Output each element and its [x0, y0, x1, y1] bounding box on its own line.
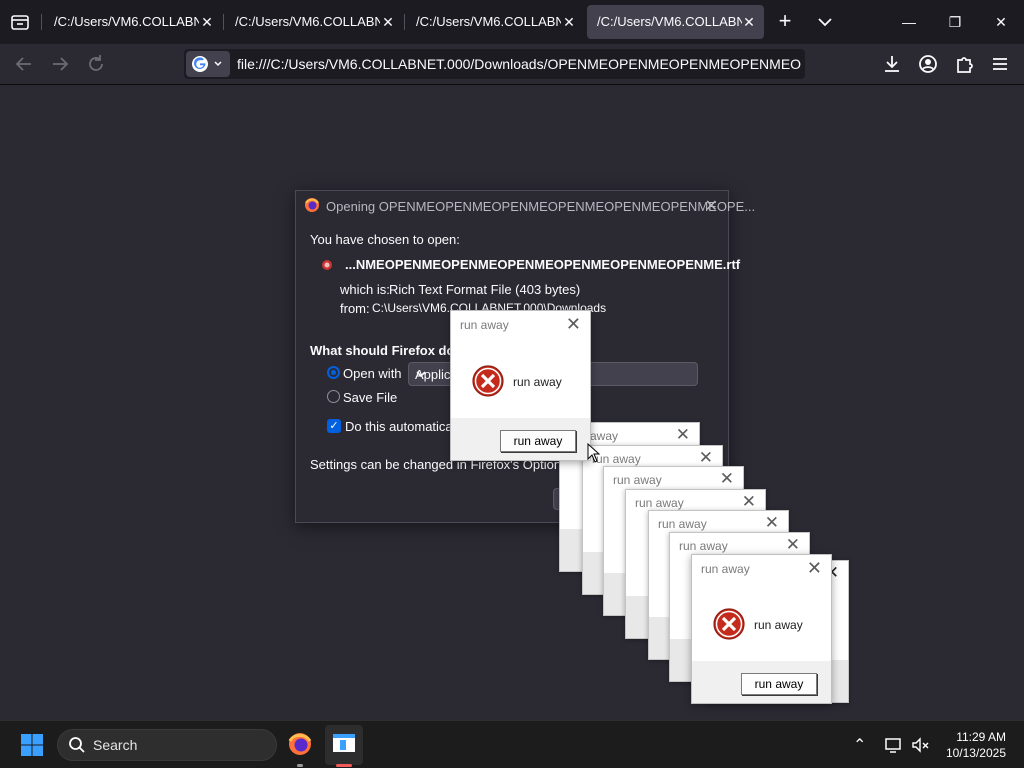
back-icon[interactable]: [12, 52, 36, 76]
popup-close-icon[interactable]: ✕: [676, 425, 690, 445]
popup-title: run away: [460, 318, 509, 332]
popup-title: away: [590, 429, 619, 443]
tray-overflow-icon[interactable]: ⌃: [853, 735, 866, 755]
account-icon[interactable]: [916, 52, 940, 76]
search-icon: [68, 736, 86, 754]
tab-close-icon[interactable]: ✕: [198, 13, 216, 31]
question-heading: What should Firefox do w: [310, 343, 469, 358]
run-away-button[interactable]: run away: [741, 673, 817, 695]
open-with-radio[interactable]: [327, 366, 340, 379]
tab-title: /C:/Users/VM6.COLLABNET: [54, 14, 199, 29]
start-windows-icon[interactable]: [20, 733, 44, 757]
network-icon[interactable]: [884, 735, 904, 755]
forward-icon[interactable]: [48, 52, 72, 76]
tab-3[interactable]: /C:/Users/VM6.COLLABNET ✕: [406, 5, 584, 39]
menu-icon[interactable]: [988, 52, 1012, 76]
extensions-icon[interactable]: [952, 52, 976, 76]
search-placeholder: Search: [93, 737, 138, 753]
tab-title: /C:/Users/VM6.COLLABNET: [416, 14, 561, 29]
list-all-tabs-icon[interactable]: [813, 11, 837, 33]
file-type-value: Rich Text Format File (403 bytes): [389, 282, 581, 297]
error-icon: [712, 607, 746, 641]
save-file-label[interactable]: Save File: [343, 390, 397, 405]
windows-taskbar: Search ⌃ 11:29 AM 10/13/2025: [0, 720, 1024, 768]
maximize-button[interactable]: ❐: [932, 0, 978, 44]
firefox-logo-icon: [304, 197, 320, 213]
desktop-screen: /C:/Users/VM6.COLLABNET ✕ /C:/Users/VM6.…: [0, 0, 1024, 768]
file-type-icon: [321, 259, 333, 271]
search-engine-button[interactable]: [186, 51, 230, 77]
popup-close-icon[interactable]: ✕: [742, 492, 756, 512]
active-indicator: [336, 764, 352, 767]
run-away-button[interactable]: run away: [500, 430, 576, 452]
tab-close-icon[interactable]: ✕: [379, 13, 397, 31]
auto-checkbox[interactable]: ✓: [327, 419, 341, 433]
navigation-toolbar: file:///C:/Users/VM6.COLLABNET.000/Downl…: [0, 44, 1024, 85]
file-name: ...NMEOPENMEOPENMEOPENMEOPENMEOPENMEOPEN…: [345, 257, 741, 272]
run-away-popup-front: run away ✕ run away run away: [691, 554, 832, 704]
popup-close-icon[interactable]: ✕: [699, 448, 713, 468]
active-app-tile[interactable]: [325, 725, 363, 765]
tab-list-icon[interactable]: [8, 10, 32, 34]
popup-close-icon[interactable]: ✕: [566, 314, 581, 334]
popup-close-icon[interactable]: ✕: [720, 469, 734, 489]
tab-2[interactable]: /C:/Users/VM6.COLLABNET ✕: [225, 5, 403, 39]
volume-muted-icon[interactable]: [910, 735, 930, 755]
running-indicator: [297, 764, 303, 767]
from-label: from:: [340, 301, 370, 316]
popup-message: run away: [513, 375, 562, 389]
popup-title: run away: [701, 562, 750, 576]
tab-bar: /C:/Users/VM6.COLLABNET ✕ /C:/Users/VM6.…: [0, 0, 1024, 44]
dialog-title: Opening OPENMEOPENMEOPENMEOPENMEOPENMEOP…: [326, 199, 756, 214]
clock-date: 10/13/2025: [945, 746, 1006, 760]
reload-icon[interactable]: [84, 52, 108, 76]
popup-message: run away: [754, 618, 803, 632]
tab-1[interactable]: /C:/Users/VM6.COLLABNET ✕: [44, 5, 222, 39]
new-tab-button[interactable]: +: [772, 9, 798, 35]
taskbar-search[interactable]: Search: [57, 729, 277, 761]
tab-close-icon[interactable]: ✕: [560, 13, 578, 31]
popup-title: run away: [679, 539, 728, 553]
tab-separator: [404, 14, 405, 30]
dialog-close-icon[interactable]: ✕: [705, 196, 718, 216]
tab-4-active[interactable]: /C:/Users/VM6.COLLABNET ✕: [587, 5, 764, 39]
tab-close-icon[interactable]: ✕: [740, 13, 758, 31]
popup-close-icon[interactable]: ✕: [807, 558, 822, 578]
popup-title: run away: [613, 473, 662, 487]
address-bar[interactable]: file:///C:/Users/VM6.COLLABNET.000/Downl…: [184, 49, 805, 79]
tab-title: /C:/Users/VM6.COLLABNET: [597, 14, 742, 29]
url-text[interactable]: file:///C:/Users/VM6.COLLABNET.000/Downl…: [237, 56, 802, 72]
open-with-label[interactable]: Open with: [343, 366, 402, 381]
chosen-label: You have chosen to open:: [310, 232, 460, 247]
clock[interactable]: 11:29 AM 10/13/2025: [946, 729, 1006, 761]
tab-separator: [41, 14, 42, 30]
auto-label[interactable]: Do this automaticall: [345, 419, 458, 434]
downloads-icon[interactable]: [880, 52, 904, 76]
tab-title: /C:/Users/VM6.COLLABNET: [235, 14, 380, 29]
popup-close-icon[interactable]: ✕: [765, 513, 779, 533]
firefox-taskbar-icon[interactable]: [287, 731, 313, 757]
run-away-popup-top: run away ✕ run away run away: [450, 310, 591, 461]
clock-time: 11:29 AM: [956, 730, 1006, 744]
popup-close-icon[interactable]: ✕: [786, 535, 800, 555]
window-close-button[interactable]: ✕: [978, 0, 1024, 44]
popup-title: run away: [658, 517, 707, 531]
save-file-radio[interactable]: [327, 390, 340, 403]
popup-title: run away: [635, 496, 684, 510]
minimize-button[interactable]: —: [886, 0, 932, 44]
error-icon: [471, 364, 505, 398]
which-is-label: which is:: [340, 282, 390, 297]
tab-separator: [223, 14, 224, 30]
mouse-cursor-icon: [587, 442, 601, 463]
